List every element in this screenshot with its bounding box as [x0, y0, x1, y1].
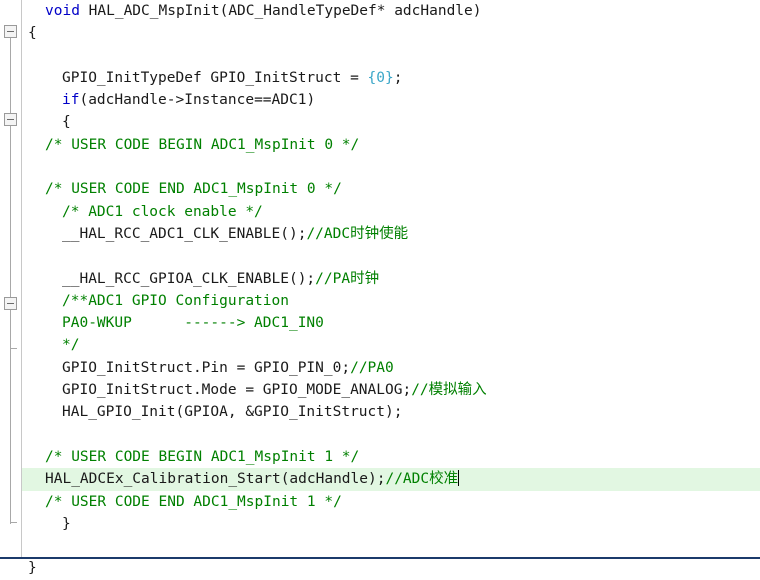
code-comment: /* USER CODE BEGIN ADC1_MspInit 0 */: [45, 136, 360, 153]
fold-tree-end-tick: [10, 522, 17, 523]
code-line[interactable]: [22, 245, 760, 267]
code-line[interactable]: PA0-WKUP ------> ADC1_IN0: [22, 312, 760, 334]
code-comment: /* ADC1 clock enable */: [62, 203, 263, 220]
code-token: {: [62, 114, 71, 131]
code-brace: }: [385, 69, 394, 86]
code-line[interactable]: GPIO_InitStruct.Mode = GPIO_MODE_ANALOG;…: [22, 379, 760, 401]
code-token: HAL_GPIO_Init(GPIOA, &GPIO_InitStruct);: [62, 404, 403, 421]
code-line-current[interactable]: HAL_ADCEx_Calibration_Start(adcHandle);/…: [22, 468, 760, 491]
code-line[interactable]: [22, 156, 760, 178]
code-comment: //模拟输入: [411, 382, 487, 399]
code-line[interactable]: /* ADC1 clock enable */: [22, 201, 760, 223]
code-token: ;: [393, 69, 403, 86]
code-line[interactable]: GPIO_InitStruct.Pin = GPIO_PIN_0;//PA0: [22, 357, 760, 379]
code-token: GPIO_InitStruct.Pin = GPIO_PIN_0;: [62, 359, 351, 376]
code-line[interactable]: /* USER CODE END ADC1_MspInit 0 */: [22, 178, 760, 200]
code-token: }: [62, 515, 71, 532]
code-token: GPIO_InitTypeDef GPIO_InitStruct =: [62, 69, 368, 86]
code-comment: /**ADC1 GPIO Configuration: [62, 292, 289, 309]
code-line[interactable]: GPIO_InitTypeDef GPIO_InitStruct = {0};: [22, 67, 760, 89]
code-line[interactable]: /* USER CODE BEGIN ADC1_MspInit 0 */: [22, 134, 760, 156]
code-comment: */: [62, 337, 80, 354]
code-brace: {: [367, 69, 377, 86]
fold-tree-end-tick: [10, 348, 17, 349]
code-comment: /* USER CODE BEGIN ADC1_MspInit 1 */: [45, 448, 360, 465]
fold-collapse-icon[interactable]: [4, 25, 17, 38]
code-token: HAL_ADC_MspInit(ADC_HandleTypeDef* adcHa…: [88, 3, 482, 19]
code-line[interactable]: __HAL_RCC_GPIOA_CLK_ENABLE();//PA时钟: [22, 268, 760, 290]
code-editor[interactable]: void HAL_ADC_MspInit(ADC_HandleTypeDef* …: [0, 0, 760, 576]
code-line[interactable]: }: [22, 513, 760, 535]
code-comment: /* USER CODE END ADC1_MspInit 0 */: [45, 181, 342, 198]
code-comment: //ADC校准: [385, 471, 459, 488]
code-keyword: void: [45, 3, 89, 19]
fold-collapse-icon[interactable]: [4, 297, 17, 310]
code-line[interactable]: void HAL_ADC_MspInit(ADC_HandleTypeDef* …: [22, 0, 760, 22]
code-line[interactable]: HAL_GPIO_Init(GPIOA, &GPIO_InitStruct);: [22, 401, 760, 423]
code-line[interactable]: [22, 45, 760, 67]
code-line[interactable]: }: [22, 557, 760, 579]
code-line[interactable]: {: [22, 22, 760, 44]
code-line[interactable]: */: [22, 334, 760, 356]
code-folding-gutter[interactable]: [0, 0, 22, 559]
fold-tree-line: [10, 38, 11, 524]
fold-collapse-icon[interactable]: [4, 113, 17, 126]
text-caret: [458, 470, 460, 487]
code-token: {: [28, 25, 37, 42]
code-line[interactable]: __HAL_RCC_ADC1_CLK_ENABLE();//ADC时钟使能: [22, 223, 760, 245]
code-comment: /* USER CODE END ADC1_MspInit 1 */: [45, 493, 342, 510]
code-token: (adcHandle->Instance==ADC1): [79, 92, 316, 109]
code-token: __HAL_RCC_ADC1_CLK_ENABLE();: [62, 225, 307, 242]
code-token: __HAL_RCC_GPIOA_CLK_ENABLE();: [62, 270, 316, 287]
code-comment: PA0-WKUP ------> ADC1_IN0: [62, 315, 324, 332]
code-brace: 0: [376, 69, 386, 86]
code-token: GPIO_InitStruct.Mode = GPIO_MODE_ANALOG;: [62, 382, 412, 399]
code-line[interactable]: if(adcHandle->Instance==ADC1): [22, 89, 760, 111]
code-text-area[interactable]: void HAL_ADC_MspInit(ADC_HandleTypeDef* …: [22, 0, 760, 576]
code-keyword: if: [62, 92, 80, 109]
code-token: }: [28, 560, 37, 577]
code-line[interactable]: /* USER CODE END ADC1_MspInit 1 */: [22, 491, 760, 513]
code-comment: //ADC时钟使能: [306, 225, 409, 242]
code-comment: //PA时钟: [315, 270, 380, 287]
code-line[interactable]: /* USER CODE BEGIN ADC1_MspInit 1 */: [22, 446, 760, 468]
code-line[interactable]: [22, 424, 760, 446]
code-line[interactable]: [22, 535, 760, 557]
code-token: HAL_ADCEx_Calibration_Start(adcHandle);: [45, 471, 386, 488]
code-comment: //PA0: [350, 359, 394, 376]
code-line[interactable]: {: [22, 111, 760, 133]
code-line[interactable]: /**ADC1 GPIO Configuration: [22, 290, 760, 312]
